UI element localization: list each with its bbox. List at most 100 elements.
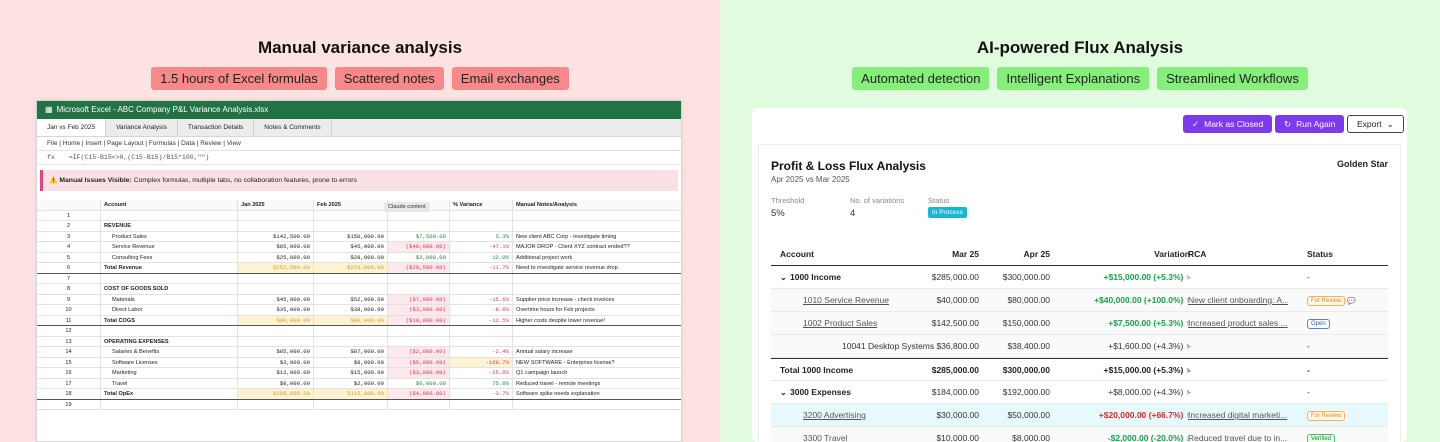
grid-cell-row-number[interactable]: 16 [37, 368, 101, 378]
grid-cell-jan[interactable]: $12,000.00 [238, 368, 314, 378]
grid-cell-note[interactable]: NEW SOFTWARE - Enterprise license? [513, 358, 681, 368]
grid-cell-row-number[interactable]: 18 [37, 389, 101, 399]
grid-cell-feb[interactable]: $28,000.00 [314, 252, 388, 262]
grid-cell-diff[interactable]: ($3,000.00) [388, 368, 450, 378]
grid-cell-jan[interactable] [238, 326, 314, 336]
grid-cell-note[interactable] [513, 284, 681, 294]
grid-cell-note[interactable]: MAJOR DROP - Client XYZ contract ended?? [513, 242, 681, 252]
grid-cell-jan[interactable]: $80,000.00 [238, 315, 314, 325]
grid-cell-diff[interactable]: ($10,000.00) [388, 315, 450, 325]
grid-cell-diff[interactable]: ($7,000.00) [388, 294, 450, 304]
grid-cell-note[interactable] [513, 274, 681, 284]
spreadsheet-grid[interactable]: Account Jan 2025 Feb 2025 % Variance Man… [37, 200, 681, 410]
grid-cell-row-number[interactable]: 7 [37, 273, 101, 283]
grid-cell-note[interactable]: Reduced travel - remote meetings [513, 379, 681, 389]
sheet-tab-notes-comments[interactable]: Notes & Comments [254, 119, 332, 136]
grid-cell-pct[interactable]: 75.0% [450, 378, 513, 388]
grid-cell-note[interactable]: Supplier price increase - check invoices [513, 295, 681, 305]
grid-cell-row-number[interactable]: 15 [37, 357, 101, 367]
grid-cell-feb[interactable]: $112,000.00 [314, 389, 388, 399]
grid-cell-jan[interactable]: $45,000.00 [238, 294, 314, 304]
grid-cell-jan[interactable]: $142,500.00 [238, 231, 314, 241]
grid-cell-feb[interactable] [314, 221, 388, 231]
grid-cell-account[interactable]: Direct Labor [101, 305, 238, 315]
grid-cell-jan[interactable]: $252,500.00 [238, 263, 314, 273]
grid-cell-jan[interactable] [238, 273, 314, 283]
grid-cell-diff[interactable]: ($29,500.00) [388, 263, 450, 273]
grid-cell-diff[interactable]: ($4,000.00) [388, 389, 450, 399]
grid-cell-jan[interactable] [238, 336, 314, 346]
rca-cell[interactable]: Reduced travel due to in... [1188, 427, 1288, 442]
grid-cell-feb[interactable]: $2,000.00 [314, 378, 388, 388]
grid-cell-account[interactable] [101, 273, 238, 283]
account-name[interactable]: 3200 Advertising [803, 410, 866, 420]
grid-cell-diff[interactable] [388, 326, 450, 336]
grid-cell-jan[interactable]: $85,000.00 [238, 242, 314, 252]
flux-table-row[interactable]: 3200 Advertising $30,000.00 $50,000.00 +$20… [771, 404, 1388, 427]
grid-cell-account[interactable]: Total OpEx [101, 389, 238, 399]
grid-cell-diff[interactable]: ($2,000.00) [388, 347, 450, 357]
sheet-tab-transaction-details[interactable]: Transaction Details [178, 119, 255, 136]
grid-cell-diff[interactable]: $6,000.00 [388, 378, 450, 388]
grid-cell-account[interactable] [101, 399, 238, 409]
grid-cell-note[interactable] [513, 211, 681, 221]
grid-cell-pct[interactable]: -2.4% [450, 347, 513, 357]
grid-cell-note[interactable]: Software spike needs explanation [513, 389, 681, 399]
status-badge-verified[interactable]: Verified [1307, 433, 1336, 442]
grid-cell-row-number[interactable]: 1 [37, 210, 101, 220]
chevron-down-icon[interactable]: ⌄ [780, 381, 790, 404]
rca-cell[interactable]: Increased digital marketi... [1188, 404, 1288, 427]
grid-cell-diff[interactable]: ($40,000.00) [388, 242, 450, 252]
grid-cell-diff[interactable]: $3,000.00 [388, 252, 450, 262]
grid-cell-note[interactable] [513, 337, 681, 347]
account-name[interactable]: 1002 Product Sales [803, 318, 877, 328]
grid-cell-account[interactable]: Materials [101, 294, 238, 304]
grid-cell-feb[interactable] [314, 284, 388, 294]
grid-cell-row-number[interactable]: 4 [37, 242, 101, 252]
grid-cell-row-number[interactable]: 17 [37, 378, 101, 388]
grid-cell-row-number[interactable]: 6 [37, 263, 101, 273]
grid-cell-pct[interactable]: 12.0% [450, 252, 513, 262]
grid-cell-diff[interactable] [388, 221, 450, 231]
grid-cell-feb[interactable] [314, 336, 388, 346]
formula-bar[interactable]: fx =IF(C15-B15<>0,(C15-B15)/B15*100,"") [37, 151, 681, 165]
grid-cell-jan[interactable]: $85,000.00 [238, 347, 314, 357]
grid-cell-pct[interactable]: -25.0% [450, 368, 513, 378]
grid-cell-diff[interactable]: $7,500.00 [388, 231, 450, 241]
excel-menubar[interactable]: File | Home | Insert | Page Layout | For… [37, 137, 681, 151]
grid-cell-pct[interactable]: -3.7% [450, 389, 513, 399]
flux-table-row[interactable]: 1010 Service Revenue $40,000.00 $80,000.00… [771, 289, 1388, 312]
grid-cell-account[interactable]: Product Sales [101, 231, 238, 241]
grid-cell-jan[interactable] [238, 221, 314, 231]
grid-cell-pct[interactable]: 5.3% [450, 231, 513, 241]
status-badge-for-review[interactable]: For Review [1307, 410, 1346, 421]
grid-cell-feb[interactable]: $8,000.00 [314, 357, 388, 367]
grid-cell-account[interactable]: OPERATING EXPENSES [101, 336, 238, 346]
grid-cell-pct[interactable] [450, 284, 513, 294]
grid-cell-pct[interactable]: -11.7% [450, 263, 513, 273]
grid-cell-feb[interactable]: $223,000.00 [314, 263, 388, 273]
grid-cell-pct[interactable]: -15.6% [450, 294, 513, 304]
run-again-button[interactable]: ↻ Run Again [1275, 115, 1345, 133]
grid-cell-feb[interactable]: $45,000.00 [314, 242, 388, 252]
account-name[interactable]: 1010 Service Revenue [803, 295, 889, 305]
grid-cell-jan[interactable]: $25,000.00 [238, 252, 314, 262]
grid-cell-note[interactable]: Higher costs despite lower revenue! [513, 316, 681, 326]
grid-cell-feb[interactable] [314, 399, 388, 409]
export-button[interactable]: Export ⌄ [1347, 115, 1404, 133]
flux-table-row[interactable]: 1002 Product Sales $142,500.00 $150,000.00… [771, 312, 1388, 335]
grid-cell-row-number[interactable]: 12 [37, 326, 101, 336]
grid-cell-note[interactable]: Overtime hours for Feb projects [513, 305, 681, 315]
grid-cell-jan[interactable]: $108,000.00 [238, 389, 314, 399]
grid-cell-pct[interactable] [450, 399, 513, 409]
grid-cell-account[interactable]: REVENUE [101, 221, 238, 231]
grid-cell-row-number[interactable]: 2 [37, 221, 101, 231]
sheet-tab-jan-vs-feb[interactable]: Jan vs Feb 2025 [37, 119, 107, 136]
grid-cell-pct[interactable] [450, 326, 513, 336]
chevron-down-icon[interactable]: ⌄ [780, 266, 790, 289]
grid-cell-pct[interactable]: -12.5% [450, 315, 513, 325]
grid-cell-pct[interactable]: -8.6% [450, 305, 513, 315]
grid-cell-account[interactable]: Consulting Fees [101, 252, 238, 262]
grid-cell-note[interactable] [513, 400, 681, 410]
grid-cell-account[interactable]: Marketing [101, 368, 238, 378]
